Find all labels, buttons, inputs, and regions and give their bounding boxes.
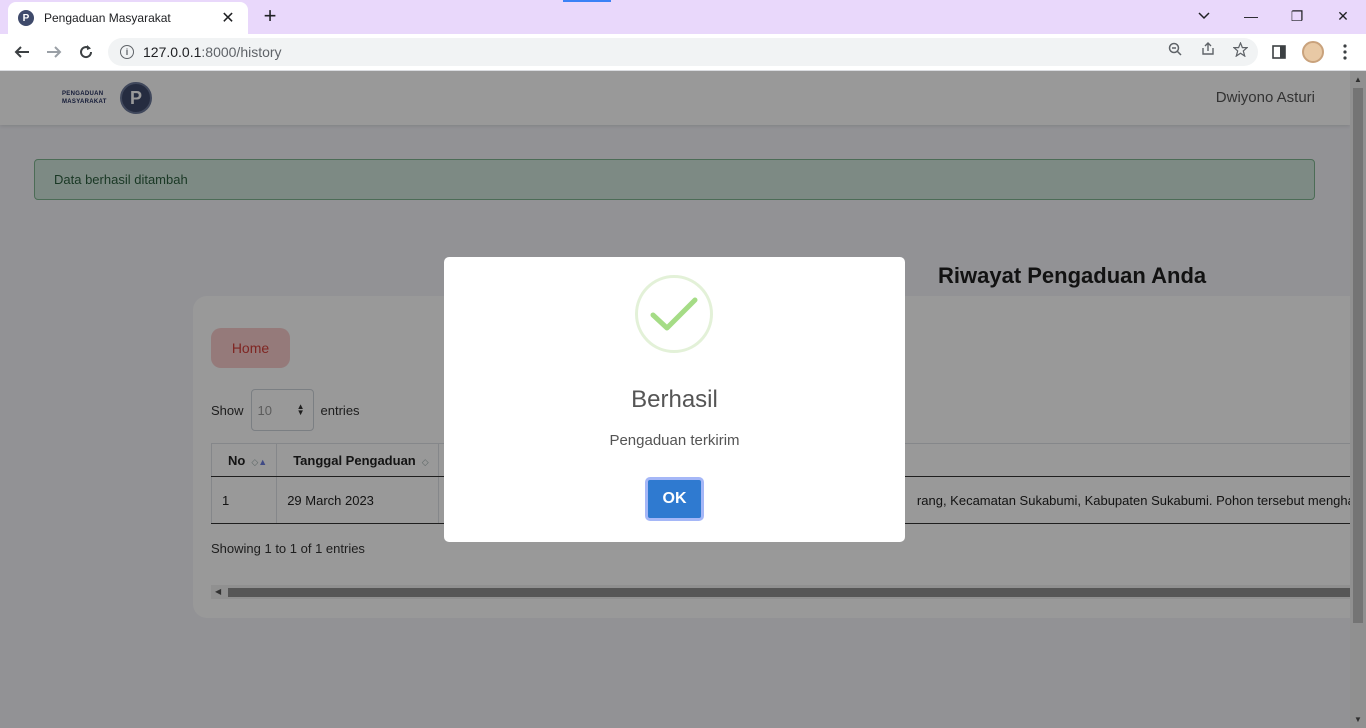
bookmark-star-icon[interactable]: [1231, 40, 1249, 58]
success-dialog: Berhasil Pengaduan terkirim OK: [444, 257, 905, 542]
url-text: 127.0.0.1:8000/history: [143, 44, 282, 60]
browser-toolbar: i 127.0.0.1:8000/history: [0, 34, 1366, 71]
check-icon: [635, 275, 713, 353]
forward-icon[interactable]: [42, 40, 66, 64]
url-path: :8000/history: [201, 44, 282, 60]
tab-strip-accent: [563, 0, 611, 2]
window-close-button[interactable]: ✕: [1320, 0, 1366, 32]
side-panel-icon[interactable]: [1268, 41, 1290, 63]
browser-tab-strip: P Pengaduan Masyarakat ✕ + — ❐ ✕: [0, 0, 1366, 34]
menu-kebab-icon[interactable]: [1334, 41, 1356, 63]
zoom-icon[interactable]: [1166, 40, 1184, 58]
tab-search-icon[interactable]: [1181, 0, 1227, 32]
site-info-icon[interactable]: i: [120, 45, 134, 59]
site-favicon-icon: P: [18, 10, 34, 26]
address-bar[interactable]: i 127.0.0.1:8000/history: [108, 38, 1258, 66]
tab-close-icon[interactable]: ✕: [218, 8, 238, 28]
minimize-button[interactable]: —: [1228, 0, 1274, 32]
reload-icon[interactable]: [74, 40, 98, 64]
restore-button[interactable]: ❐: [1274, 0, 1320, 32]
tab-title: Pengaduan Masyarakat: [44, 11, 171, 25]
dialog-message: Pengaduan terkirim: [609, 432, 740, 449]
new-tab-button[interactable]: +: [258, 5, 282, 29]
back-icon[interactable]: [10, 40, 34, 64]
ok-button[interactable]: OK: [645, 477, 704, 521]
url-host: 127.0.0.1: [143, 44, 202, 60]
profile-avatar[interactable]: [1302, 41, 1324, 63]
dialog-title: Berhasil: [631, 386, 718, 413]
share-icon[interactable]: [1199, 40, 1217, 58]
browser-tab[interactable]: P Pengaduan Masyarakat ✕: [8, 2, 248, 34]
